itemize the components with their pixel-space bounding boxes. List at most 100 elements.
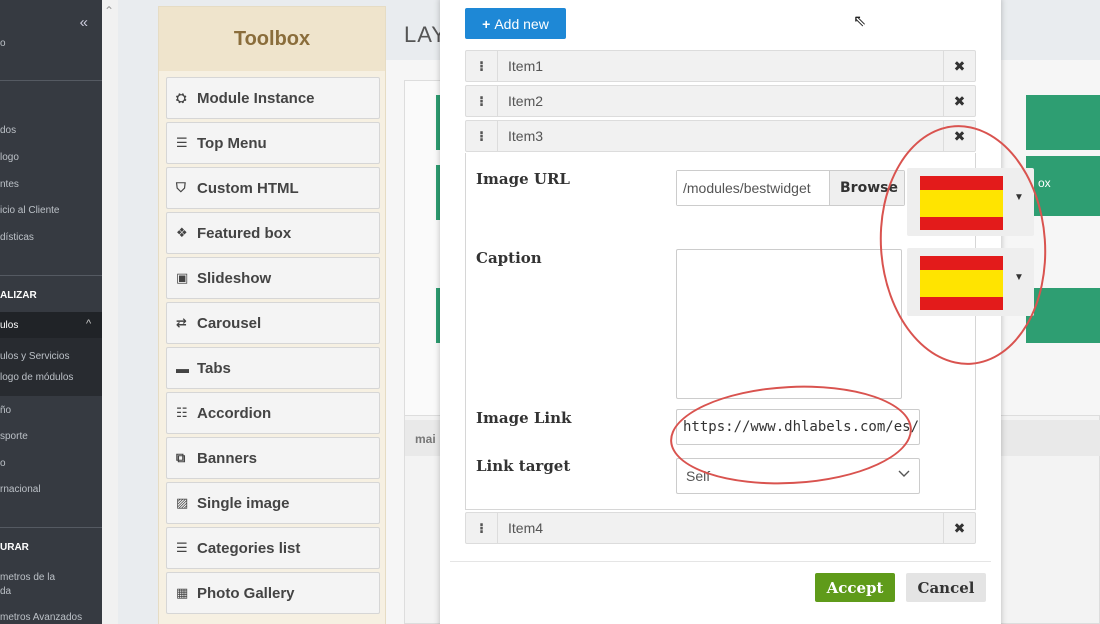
toolbox-item-label: Photo Gallery <box>197 584 295 602</box>
add-new-label: Add new <box>494 15 549 32</box>
item-row[interactable]: ⁝ Item1 ✖ <box>465 50 976 82</box>
link-target-value: Self <box>686 468 711 484</box>
toolbox-item-label: Featured box <box>197 224 292 242</box>
collapse-sidebar-icon[interactable]: « <box>80 14 88 31</box>
sidebar-item[interactable]: logo de módulos <box>0 372 73 383</box>
sidebar-section-configurar: URAR <box>0 542 29 553</box>
toolbox-item-label: Banners <box>197 449 258 467</box>
sidebar-item[interactable]: da <box>0 586 11 597</box>
items-modal: + Add new ⇖ ⁝ Item1 ✖ ⁝ Item2 ✖ ⁝ Item3 … <box>440 0 1034 624</box>
toolbox-item-label: Top Menu <box>197 134 267 152</box>
toolbox-item[interactable]: ⧉ Banners <box>166 437 380 479</box>
toolbox-item[interactable]: ▦ Photo Gallery <box>166 572 380 614</box>
plus-icon: + <box>482 15 491 32</box>
item-row[interactable]: ⁝ Item2 ✖ <box>465 85 976 117</box>
toolbox-item[interactable]: ▣ Slideshow <box>166 257 380 299</box>
toolbox-item[interactable]: ☰ Top Menu <box>166 122 380 164</box>
toolbox-item[interactable]: ❖ Featured box <box>166 212 380 254</box>
sidebar-item[interactable]: ulos y Servicios <box>0 351 69 362</box>
add-new-button[interactable]: + Add new <box>465 8 566 39</box>
toolbox-item-label: Custom HTML <box>197 179 299 197</box>
cancel-button[interactable]: Cancel <box>906 573 986 602</box>
image-link-label: Image Link <box>476 409 572 427</box>
remove-item-icon[interactable]: ✖ <box>943 51 975 81</box>
remove-item-icon[interactable]: ✖ <box>943 86 975 116</box>
drag-handle-icon[interactable]: ⁝ <box>466 51 498 81</box>
chevron-up-icon: ⌃ <box>104 4 115 18</box>
drag-handle-icon[interactable]: ⁝ <box>466 513 498 543</box>
layout-block[interactable]: ox <box>1026 156 1100 216</box>
link-target-select[interactable]: Self <box>676 458 920 494</box>
item-label[interactable]: Item2 <box>508 93 543 109</box>
sidebar-item[interactable]: o <box>0 458 6 469</box>
item-label[interactable]: Item3 <box>508 128 543 144</box>
image-url-input[interactable] <box>677 171 829 205</box>
sidebar-section-personalizar: ALIZAR <box>0 290 37 301</box>
spain-flag-icon <box>920 176 1003 230</box>
image-url-group: Browse <box>676 170 905 206</box>
toolbox-item-label: Tabs <box>197 359 231 377</box>
toolbox-item-label: Slideshow <box>197 269 272 287</box>
sidebar-item-modulos[interactable]: ulos <box>0 320 18 331</box>
item-label[interactable]: Item4 <box>508 520 543 536</box>
language-selector[interactable]: ▼ <box>907 248 1034 316</box>
image-link-input[interactable] <box>676 409 920 445</box>
remove-item-icon[interactable]: ✖ <box>943 513 975 543</box>
toolbox-item-label: Module Instance <box>197 89 315 107</box>
sidebar-item[interactable]: logo <box>0 152 19 163</box>
slideshare-icon: ▣ <box>176 270 189 285</box>
sidebar-item[interactable]: metros Avanzados <box>0 612 82 623</box>
sidebar-divider <box>0 80 102 81</box>
chevron-down-icon <box>898 470 910 477</box>
sidebar-item[interactable]: o <box>0 38 6 49</box>
toolbox-item-label: Accordion <box>197 404 272 422</box>
sidebar-item[interactable]: ntes <box>0 179 19 190</box>
toolbox-item[interactable]: ▨ Single image <box>166 482 380 524</box>
th-large-icon: ▦ <box>176 585 189 600</box>
toolbox-item[interactable]: ⇄ Carousel <box>166 302 380 344</box>
bars-icon: ☰ <box>176 135 188 150</box>
item-label[interactable]: Item1 <box>508 58 543 74</box>
toolbox-item[interactable]: ☷ Accordion <box>166 392 380 434</box>
sidebar-item[interactable]: rnacional <box>0 484 41 495</box>
caret-down-icon: ▼ <box>1014 272 1024 283</box>
toolbox-item[interactable]: ☰ Categories list <box>166 527 380 569</box>
caption-textarea[interactable] <box>676 249 902 399</box>
layout-block[interactable] <box>1026 288 1100 343</box>
toolbox-item[interactable]: ▬ Tabs <box>166 347 380 389</box>
image-url-label: Image URL <box>476 170 570 188</box>
drag-handle-icon[interactable]: ⁝ <box>466 86 498 116</box>
sidebar-divider <box>0 527 102 528</box>
dropbox-icon: ❖ <box>176 225 188 240</box>
sidebar-item[interactable]: metros de la <box>0 572 55 583</box>
spain-flag-icon <box>920 256 1003 310</box>
item-row[interactable]: ⁝ Item4 ✖ <box>465 512 976 544</box>
list-alt-icon: ☷ <box>176 405 188 420</box>
sidebar-item[interactable]: sporte <box>0 431 28 442</box>
list-ol-icon: ☰ <box>176 540 188 555</box>
sidebar-item[interactable]: dísticas <box>0 232 34 243</box>
chevron-up-icon: ^ <box>86 318 92 330</box>
html5-icon: ⛉ <box>176 180 186 195</box>
caret-down-icon: ▼ <box>1014 192 1024 203</box>
toolbox-item-label: Carousel <box>197 314 262 332</box>
folder-icon: ▬ <box>176 360 189 376</box>
admin-sidebar: « ALIZAR URAR ulos ^ o dos logo ntes icio al… <box>0 0 102 624</box>
language-selector[interactable]: ▼ <box>907 168 1034 236</box>
item-row-expanded[interactable]: ⁝ Item3 ✖ <box>465 120 976 152</box>
sidebar-gutter <box>102 0 118 624</box>
sidebar-item[interactable]: ño <box>0 405 11 416</box>
remove-item-icon[interactable]: ✖ <box>943 121 975 151</box>
toolbox-item[interactable]: ⛉ Custom HTML <box>166 167 380 209</box>
sidebar-item[interactable]: dos <box>0 125 16 136</box>
image-icon: ▨ <box>176 495 189 510</box>
sidebar-divider <box>0 275 102 276</box>
toolbox-item[interactable]: ⛭ Module Instance <box>166 77 380 119</box>
accept-button[interactable]: Accept <box>815 573 895 602</box>
cubes-icon: ⛭ <box>176 90 187 105</box>
caption-label: Caption <box>476 249 542 267</box>
drag-handle-icon[interactable]: ⁝ <box>466 121 498 151</box>
layout-block[interactable] <box>1026 95 1100 150</box>
sidebar-item[interactable]: icio al Cliente <box>0 205 59 216</box>
browse-button[interactable]: Browse <box>829 171 904 205</box>
